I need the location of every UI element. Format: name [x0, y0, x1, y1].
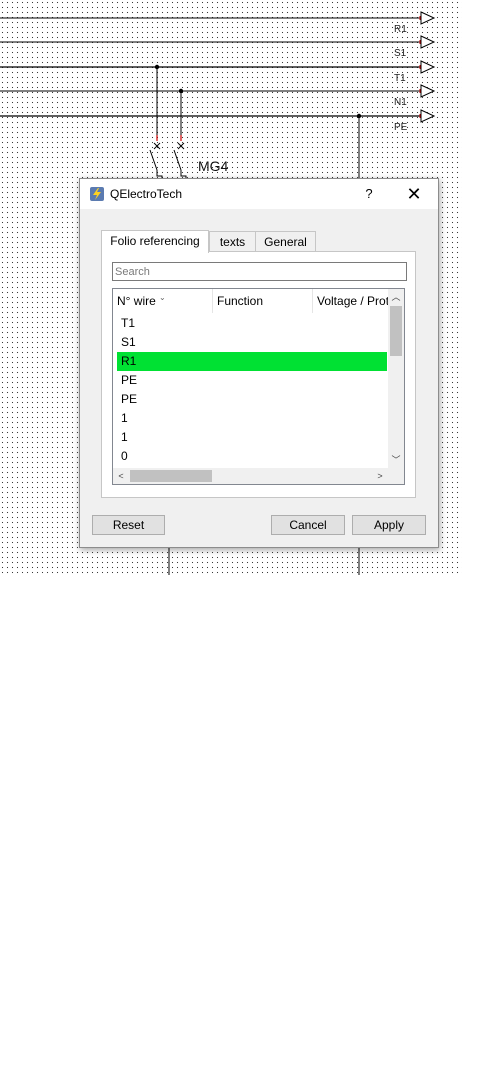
- table-cell-function: [213, 447, 313, 466]
- table-cell-voltage: [313, 371, 388, 390]
- vertical-scrollbar[interactable]: ︿ ﹀: [388, 289, 404, 468]
- dialog-titlebar[interactable]: QElectroTech ? ✕: [80, 179, 438, 209]
- table-cell-wire: 0: [121, 449, 128, 463]
- table-cell-voltage: [313, 409, 388, 428]
- wire-properties-dialog: QElectroTech ? ✕ Folio referencing texts…: [79, 178, 439, 548]
- table-cell-voltage: [313, 428, 388, 447]
- table-cell-wire: 1: [121, 430, 128, 444]
- table-row[interactable]: PE: [117, 390, 387, 409]
- table-header: N° wire ⌄ Function Voltage / Prot: [113, 289, 388, 313]
- wire-end-arrows: [420, 11, 436, 123]
- table-cell-function: [213, 409, 313, 428]
- switch-mg4: [149, 142, 187, 180]
- horizontal-scrollbar[interactable]: < >: [113, 468, 388, 484]
- table-cell-function: [213, 314, 313, 333]
- table-cell-voltage: [313, 352, 388, 371]
- table-row[interactable]: R1: [117, 352, 387, 371]
- vertical-scroll-thumb[interactable]: [390, 306, 402, 356]
- scroll-left-icon[interactable]: <: [113, 468, 129, 484]
- table-row[interactable]: S1: [117, 333, 387, 352]
- scroll-right-icon[interactable]: >: [372, 468, 388, 484]
- qelectrotech-logo-icon: [90, 187, 104, 201]
- tab-texts[interactable]: texts: [209, 231, 256, 252]
- scroll-down-icon[interactable]: ﹀: [388, 452, 404, 468]
- table-cell-function: [213, 352, 313, 371]
- table-cell-voltage: [313, 447, 388, 466]
- component-label-mg4: MG4: [198, 158, 229, 174]
- net-label-t1: T1: [394, 73, 406, 84]
- dialog-title: QElectroTech: [110, 187, 183, 201]
- table-cell-voltage: [313, 390, 388, 409]
- net-label-r1: R1: [394, 24, 407, 35]
- table-cell-wire: S1: [121, 335, 136, 349]
- apply-button[interactable]: Apply: [352, 515, 426, 535]
- wire-table[interactable]: N° wire ⌄ Function Voltage / Prot T1 S1 R1…: [112, 288, 405, 485]
- table-cell-voltage: [313, 314, 388, 333]
- table-cell-wire: T1: [121, 316, 136, 330]
- table-cell-voltage: [313, 333, 388, 352]
- column-header-voltage[interactable]: Voltage / Prot: [313, 289, 388, 313]
- table-cell-wire: 1: [121, 411, 128, 425]
- column-header-function-label: Function: [217, 294, 264, 308]
- table-row[interactable]: 0: [117, 447, 387, 466]
- table-cell-function: [213, 333, 313, 352]
- net-label-pe: PE: [394, 122, 408, 133]
- help-button[interactable]: ?: [359, 185, 379, 203]
- scroll-up-icon[interactable]: ︿: [388, 289, 404, 305]
- table-cell-wire: PE: [121, 392, 138, 406]
- table-row[interactable]: 1: [117, 428, 387, 447]
- tab-folio-referencing[interactable]: Folio referencing: [101, 230, 209, 253]
- table-row[interactable]: T1: [117, 314, 387, 333]
- net-label-s1: S1: [394, 48, 407, 59]
- scrollbar-corner: [388, 468, 404, 484]
- table-row[interactable]: PE: [117, 371, 387, 390]
- net-label-n1: N1: [394, 97, 407, 108]
- column-header-wire[interactable]: N° wire ⌄: [113, 289, 213, 313]
- table-cell-function: [213, 390, 313, 409]
- reset-button[interactable]: Reset: [92, 515, 165, 535]
- table-cell-wire: PE: [121, 373, 138, 387]
- column-header-voltage-label: Voltage / Prot: [317, 294, 388, 308]
- table-cell-wire: R1: [121, 354, 137, 368]
- folio-referencing-panel: N° wire ⌄ Function Voltage / Prot T1 S1 R1…: [101, 251, 416, 498]
- column-header-function[interactable]: Function: [213, 289, 313, 313]
- table-cell-function: [213, 428, 313, 447]
- tab-general[interactable]: General: [255, 231, 316, 252]
- table-row[interactable]: 1: [117, 409, 387, 428]
- horizontal-scroll-thumb[interactable]: [130, 470, 212, 482]
- column-header-wire-label: N° wire: [117, 294, 156, 308]
- cancel-button[interactable]: Cancel: [271, 515, 345, 535]
- search-input[interactable]: [112, 262, 407, 281]
- sort-indicator-icon: ⌄: [159, 293, 166, 302]
- table-cell-function: [213, 371, 313, 390]
- close-button[interactable]: ✕: [400, 183, 428, 205]
